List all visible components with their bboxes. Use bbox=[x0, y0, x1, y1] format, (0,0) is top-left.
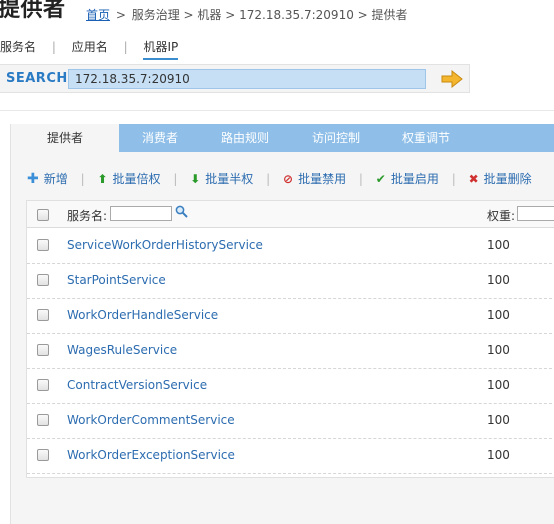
row-checkbox[interactable] bbox=[37, 379, 49, 391]
page-title: 提供者 bbox=[0, 0, 66, 22]
select-all-checkbox[interactable] bbox=[37, 209, 49, 221]
divider: | bbox=[266, 172, 271, 186]
tab-access-control[interactable]: 访问控制 bbox=[289, 124, 383, 152]
search-input[interactable] bbox=[68, 69, 426, 89]
table-row: WorkOrderHandleService 100 bbox=[27, 298, 554, 334]
arrow-right-icon[interactable] bbox=[441, 70, 463, 88]
batch-enable-label: 批量启用 bbox=[390, 172, 439, 186]
divider: | bbox=[51, 40, 56, 54]
service-name-header: 服务名: bbox=[67, 209, 108, 223]
search-label: SEARCH bbox=[6, 71, 68, 86]
weight-header: 权重: bbox=[487, 209, 516, 223]
weight-value: 100 bbox=[487, 378, 510, 392]
table-row: ServiceWorkOrderHistoryService 100 bbox=[27, 228, 554, 264]
service-name-link[interactable]: ServiceWorkOrderHistoryService bbox=[67, 238, 263, 252]
service-name-link[interactable]: WorkOrderHandleService bbox=[67, 308, 218, 322]
service-name-link[interactable]: WorkOrderCommentService bbox=[67, 413, 235, 427]
weight-value: 100 bbox=[487, 273, 510, 287]
table-row: StarPointService 100 bbox=[27, 263, 554, 299]
table-row: WorkOrderExceptionService 100 bbox=[27, 438, 554, 474]
batch-double-weight-button[interactable]: ⬆ 批量倍权 bbox=[97, 170, 160, 187]
weight-value: 100 bbox=[487, 238, 510, 252]
providers-table: 服务名: 权重: ServiceWorkOrderHistoryService … bbox=[26, 200, 554, 478]
weight-value: 100 bbox=[487, 413, 510, 427]
check-icon: ✔ bbox=[375, 172, 386, 186]
tab-routing-rules[interactable]: 路由规则 bbox=[201, 124, 289, 152]
tab-providers[interactable]: 提供者 bbox=[11, 124, 119, 152]
tab-weight-adjust[interactable]: 权重调节 bbox=[383, 124, 469, 152]
breadcrumb-separator: > bbox=[115, 8, 126, 22]
batch-delete-label: 批量删除 bbox=[483, 172, 532, 186]
batch-disable-label: 批量禁用 bbox=[298, 172, 347, 186]
table-row: WagesRuleService 100 bbox=[27, 333, 554, 369]
search-type-tabs: 服务名 | 应用名 | 机器IP bbox=[0, 38, 178, 60]
content-panel: 提供者 消费者 路由规则 访问控制 权重调节 ✚ 新增 | ⬆ 批量倍权 | ⬇ 批量… bbox=[10, 124, 554, 524]
search-icon[interactable] bbox=[175, 205, 188, 218]
weight-filter-input[interactable] bbox=[517, 206, 554, 221]
search-bar: SEARCH bbox=[0, 64, 470, 93]
divider: | bbox=[173, 172, 178, 186]
batch-double-weight-label: 批量倍权 bbox=[112, 172, 161, 186]
row-checkbox[interactable] bbox=[37, 239, 49, 251]
batch-enable-button[interactable]: ✔ 批量启用 bbox=[376, 170, 439, 187]
table-row: WorkOrderCommentService 100 bbox=[27, 403, 554, 439]
divider bbox=[0, 110, 554, 111]
service-name-filter-input[interactable] bbox=[110, 206, 172, 221]
plus-icon: ✚ bbox=[27, 171, 39, 187]
tab-consumers[interactable]: 消费者 bbox=[119, 124, 201, 152]
x-icon: ✖ bbox=[468, 172, 479, 186]
arrow-down-icon: ⬇ bbox=[190, 172, 201, 186]
table-header: 服务名: 权重: bbox=[27, 201, 554, 228]
service-name-link[interactable]: WagesRuleService bbox=[67, 343, 177, 357]
service-name-link[interactable]: WorkOrderExceptionService bbox=[67, 448, 235, 462]
toolbar: ✚ 新增 | ⬆ 批量倍权 | ⬇ 批量半权 | ⊘ 批量禁用 | ✔ 批量启用 | ✖ 批… bbox=[27, 170, 532, 187]
divider: | bbox=[80, 172, 85, 186]
batch-half-weight-button[interactable]: ⬇ 批量半权 bbox=[190, 170, 253, 187]
row-checkbox[interactable] bbox=[37, 274, 49, 286]
service-name-link[interactable]: StarPointService bbox=[67, 273, 166, 287]
ban-icon: ⊘ bbox=[283, 172, 294, 186]
divider: | bbox=[451, 172, 456, 186]
add-label: 新增 bbox=[43, 172, 68, 186]
row-checkbox[interactable] bbox=[37, 449, 49, 461]
batch-delete-button[interactable]: ✖ 批量删除 bbox=[469, 170, 532, 187]
arrow-up-icon: ⬆ bbox=[97, 172, 108, 186]
breadcrumb-path: 服务治理 > 机器 > 172.18.35.7:20910 > 提供者 bbox=[131, 8, 408, 22]
row-checkbox[interactable] bbox=[37, 344, 49, 356]
divider: | bbox=[123, 40, 128, 54]
divider: | bbox=[358, 172, 363, 186]
tab-bar: 提供者 消费者 路由规则 访问控制 权重调节 bbox=[11, 124, 554, 152]
search-tab-machine-ip[interactable]: 机器IP bbox=[143, 38, 178, 60]
weight-value: 100 bbox=[487, 448, 510, 462]
weight-value: 100 bbox=[487, 308, 510, 322]
row-checkbox[interactable] bbox=[37, 414, 49, 426]
service-name-link[interactable]: ContractVersionService bbox=[67, 378, 207, 392]
table-row: ContractVersionService 100 bbox=[27, 368, 554, 404]
breadcrumb: 首页 > 服务治理 > 机器 > 172.18.35.7:20910 > 提供者 bbox=[86, 6, 408, 23]
search-tab-app-name[interactable]: 应用名 bbox=[72, 38, 108, 55]
weight-value: 100 bbox=[487, 343, 510, 357]
search-tab-service-name[interactable]: 服务名 bbox=[0, 38, 36, 55]
batch-disable-button[interactable]: ⊘ 批量禁用 bbox=[283, 170, 346, 187]
add-button[interactable]: ✚ 新增 bbox=[27, 170, 68, 187]
row-checkbox[interactable] bbox=[37, 309, 49, 321]
breadcrumb-home-link[interactable]: 首页 bbox=[86, 8, 110, 22]
batch-half-weight-label: 批量半权 bbox=[205, 172, 254, 186]
